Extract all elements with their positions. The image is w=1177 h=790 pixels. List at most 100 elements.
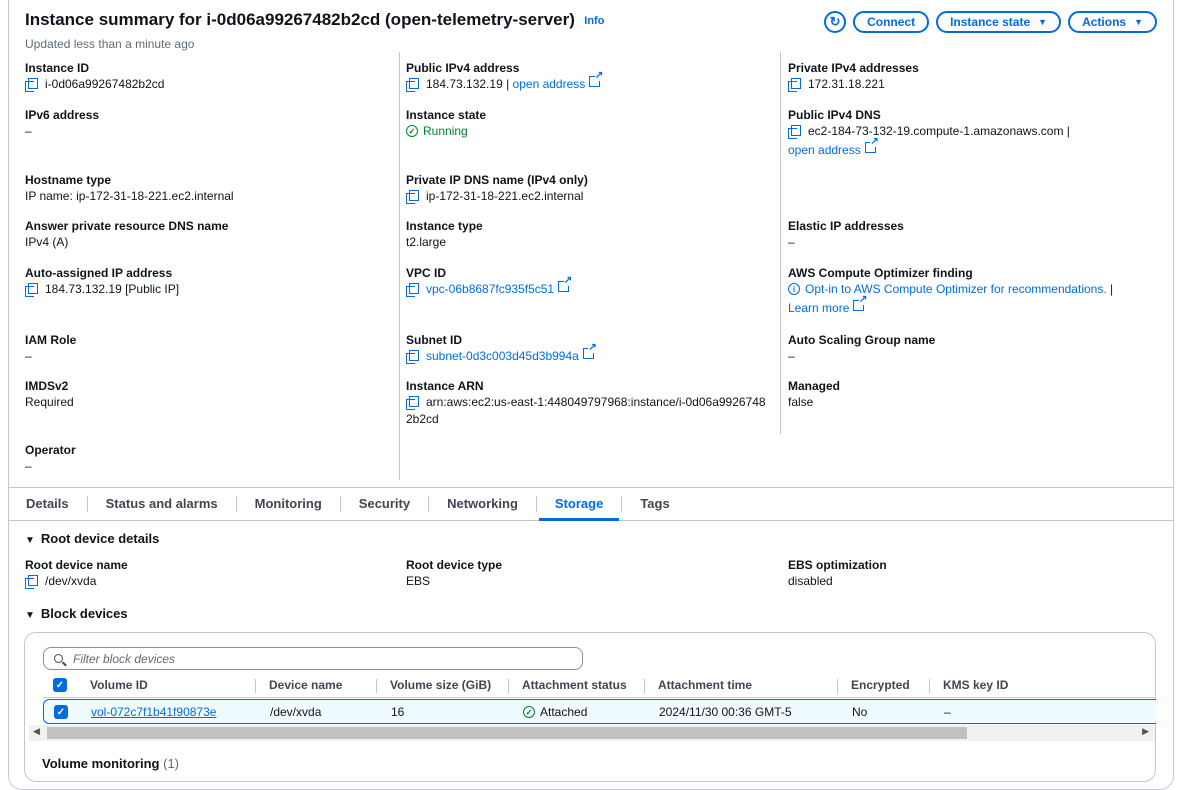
copy-icon[interactable] — [406, 396, 419, 410]
column-attachment-status[interactable]: Attachment status — [522, 678, 627, 692]
updated-text: Updated less than a minute ago — [25, 37, 195, 51]
scroll-right-icon[interactable]: ▶ — [1142, 726, 1149, 737]
public-dns-field: Public IPv4 DNS ec2-184-73-132-19.comput… — [788, 107, 1070, 159]
filter-block-devices-input[interactable]: Filter block devices — [43, 647, 583, 670]
subnet-id-link[interactable]: subnet-0d3c003d45d3b994a — [426, 348, 579, 365]
caret-down-icon: ▼ — [1038, 17, 1048, 27]
success-check-icon: ✓ — [406, 125, 418, 137]
private-dns-field: Private IP DNS name (IPv4 only) ip-172-3… — [406, 173, 588, 204]
external-link-icon — [853, 295, 868, 311]
column-encrypted[interactable]: Encrypted — [851, 678, 910, 692]
public-ipv4-field: Public IPv4 address 184.73.132.19 | open… — [406, 60, 604, 93]
copy-icon[interactable] — [406, 78, 419, 92]
vpc-id-field: VPC ID vpc-06b8687fc935f5c51 — [406, 265, 573, 298]
attachment-time-cell: 2024/11/30 00:36 GMT-5 — [659, 705, 792, 719]
managed-field: Managed false — [788, 379, 841, 409]
open-address-link[interactable]: open address — [513, 76, 586, 93]
external-link-icon — [582, 343, 597, 359]
tab-details[interactable]: Details — [26, 487, 87, 521]
device-name-cell: /dev/xvda — [270, 705, 322, 719]
search-icon — [54, 654, 63, 663]
iam-role-field: IAM Role – — [25, 333, 77, 363]
detail-tabs: Details Status and alarms Monitoring Sec… — [8, 487, 1174, 521]
tab-tags[interactable]: Tags — [622, 487, 687, 521]
copy-icon[interactable] — [25, 78, 38, 92]
table-header: ✓ Volume ID Device name Volume size (GiB… — [43, 674, 1156, 698]
learn-more-link[interactable]: Learn more — [788, 300, 849, 317]
external-link-icon — [558, 276, 573, 292]
attachment-status-cell: ✓ Attached — [523, 705, 587, 719]
column-divider[interactable] — [508, 679, 509, 693]
details-column-1: Instance ID i-0d06a99267482b2cd IPv6 add… — [25, 52, 405, 482]
answer-dns-field: Answer private resource DNS name IPv4 (A… — [25, 219, 229, 249]
table-row[interactable]: ✓ vol-072c7f1b41f90873e /dev/xvda 16 ✓ At… — [43, 699, 1156, 724]
private-ipv4-field: Private IPv4 addresses 172.31.18.221 — [788, 61, 919, 92]
tab-networking[interactable]: Networking — [429, 487, 536, 521]
instance-arn-field: Instance ARN arn:aws:ec2:us-east-1:44804… — [406, 379, 766, 426]
page-header: Instance summary for i-0d06a99267482b2cd… — [25, 10, 604, 30]
column-divider[interactable] — [644, 679, 645, 693]
select-all-checkbox[interactable]: ✓ — [53, 678, 67, 692]
actions-button[interactable]: Actions ▼ — [1068, 11, 1157, 33]
copy-icon[interactable] — [25, 283, 38, 297]
column-attachment-time[interactable]: Attachment time — [658, 678, 752, 692]
block-devices-section-toggle[interactable]: ▼ Block devices — [25, 606, 128, 621]
column-device-name[interactable]: Device name — [269, 678, 342, 692]
elastic-ip-field: Elastic IP addresses – — [788, 219, 904, 249]
root-device-type-field: Root device type EBS — [406, 558, 503, 588]
connect-button[interactable]: Connect — [853, 11, 930, 33]
column-kms-key-id[interactable]: KMS key ID — [943, 678, 1008, 692]
copy-icon[interactable] — [406, 190, 419, 204]
ebs-optimization-field: EBS optimization disabled — [788, 558, 887, 588]
column-divider[interactable] — [929, 679, 930, 693]
copy-icon[interactable] — [406, 283, 419, 297]
block-devices-table: Filter block devices ✓ Volume ID Device … — [24, 632, 1156, 782]
header-actions: ↻ Connect Instance state ▼ Actions ▼ — [824, 11, 1157, 33]
operator-field: Operator – — [25, 443, 76, 473]
external-link-icon — [589, 71, 604, 87]
tab-security[interactable]: Security — [341, 487, 428, 521]
row-checkbox[interactable]: ✓ — [54, 705, 68, 719]
ipv6-field: IPv6 address – — [25, 108, 100, 138]
horizontal-scrollbar[interactable]: ◀ ▶ — [29, 725, 1155, 741]
hostname-type-field: Hostname type IP name: ip-172-31-18-221.… — [25, 173, 234, 203]
optimizer-field: AWS Compute Optimizer finding i Opt-in to… — [788, 265, 1113, 317]
scroll-left-icon[interactable]: ◀ — [33, 726, 40, 737]
details-column-3: Private IPv4 addresses 172.31.18.221 Pub… — [788, 52, 1168, 482]
column-divider[interactable] — [837, 679, 838, 693]
copy-icon[interactable] — [788, 78, 801, 92]
tab-monitoring[interactable]: Monitoring — [237, 487, 340, 521]
copy-icon[interactable] — [406, 350, 419, 364]
tab-status-and-alarms[interactable]: Status and alarms — [88, 487, 236, 521]
column-volume-id[interactable]: Volume ID — [90, 678, 148, 692]
scrollbar-thumb[interactable] — [47, 727, 967, 739]
column-divider[interactable] — [255, 679, 256, 693]
info-icon: i — [788, 283, 800, 295]
page-title: Instance summary for i-0d06a99267482b2cd… — [25, 10, 575, 29]
status-running: Running — [423, 124, 468, 138]
root-device-section-toggle[interactable]: ▼ Root device details — [25, 531, 159, 546]
asg-field: Auto Scaling Group name – — [788, 333, 936, 363]
volume-id-link[interactable]: vol-072c7f1b41f90873e — [91, 705, 216, 719]
open-address-link[interactable]: open address — [788, 142, 861, 159]
column-divider[interactable] — [376, 679, 377, 693]
external-link-icon — [864, 137, 879, 153]
caret-down-icon: ▼ — [25, 535, 35, 546]
details-column-2: Public IPv4 address 184.73.132.19 | open… — [406, 52, 786, 482]
root-device-name-field: Root device name /dev/xvda — [25, 558, 128, 589]
instance-state-button[interactable]: Instance state ▼ — [936, 11, 1062, 33]
column-volume-size[interactable]: Volume size (GiB) — [390, 678, 491, 692]
tab-storage[interactable]: Storage — [537, 487, 621, 521]
kms-key-cell: – — [944, 705, 951, 719]
success-check-icon: ✓ — [523, 706, 535, 718]
refresh-icon[interactable]: ↻ — [824, 11, 847, 33]
optimizer-opt-in-link[interactable]: Opt-in to AWS Compute Optimizer for reco… — [805, 281, 1107, 298]
subnet-id-field: Subnet ID subnet-0d3c003d45d3b994a — [406, 332, 597, 365]
copy-icon[interactable] — [25, 575, 38, 589]
encrypted-cell: No — [852, 705, 868, 719]
caret-down-icon: ▼ — [25, 610, 35, 621]
copy-icon[interactable] — [788, 125, 801, 139]
vpc-id-link[interactable]: vpc-06b8687fc935f5c51 — [426, 281, 554, 298]
auto-ip-field: Auto-assigned IP address 184.73.132.19 [… — [25, 266, 180, 297]
info-link[interactable]: Info — [584, 15, 604, 27]
